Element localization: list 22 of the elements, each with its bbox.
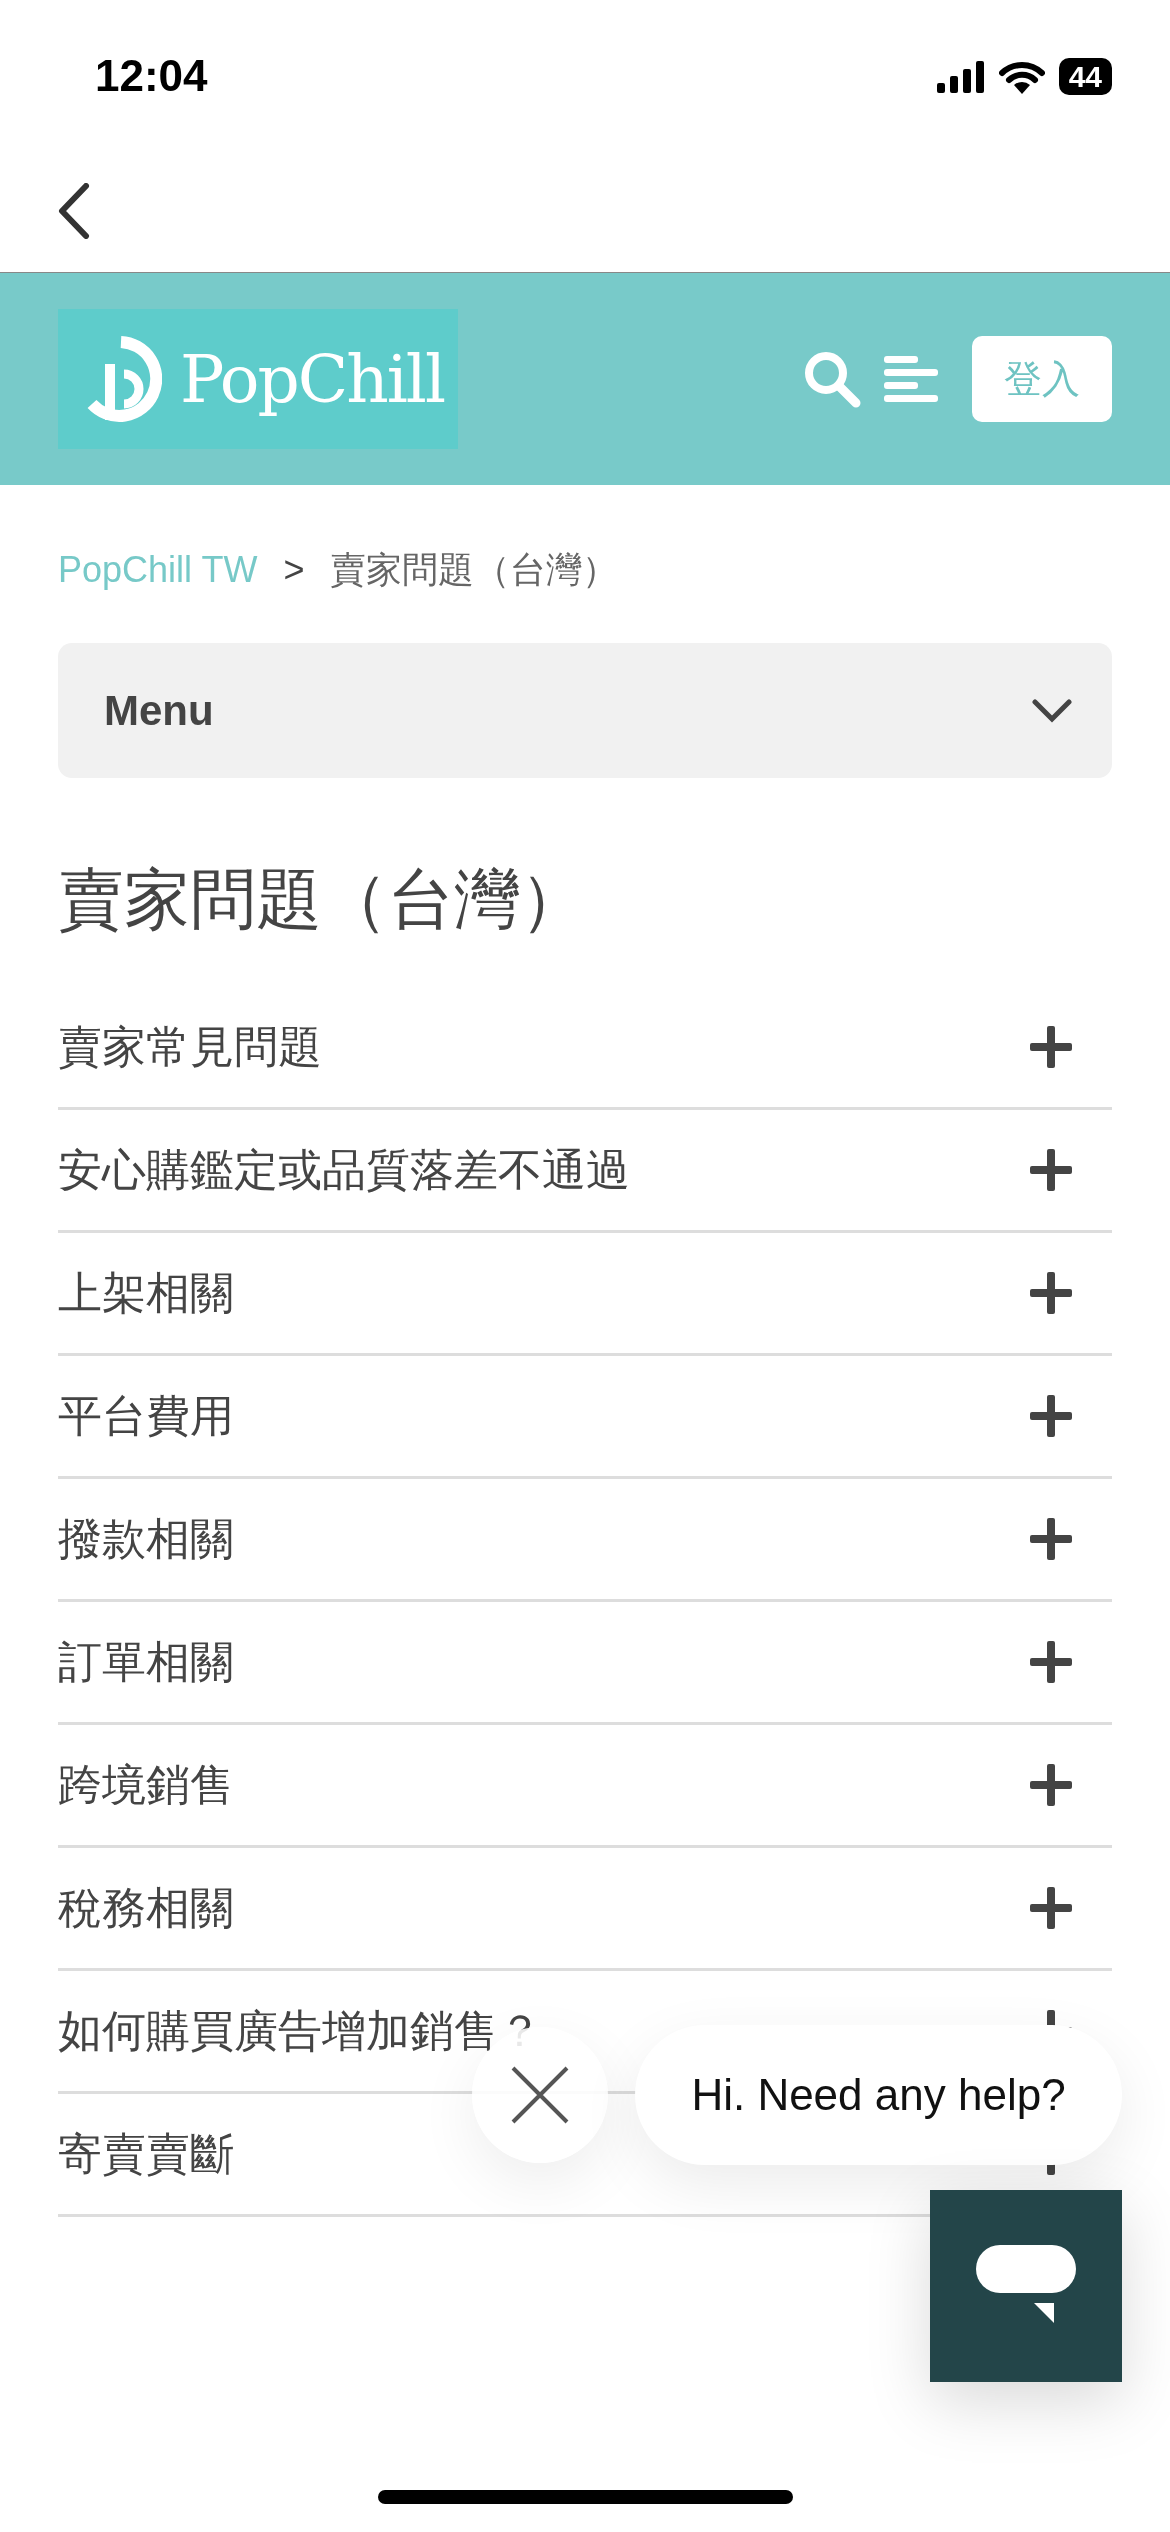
chat-greeting-tooltip: Hi. Need any help? [635,2025,1122,2165]
breadcrumb-separator: > [283,548,305,592]
accordion-title[interactable]: 賣家常見問題 [58,1014,322,1081]
chat-launcher-tooltip[interactable] [930,2190,1122,2382]
menu-dropdown[interactable]: Menu [58,643,1112,778]
accordion-title[interactable]: 稅務相關 [58,1875,234,1942]
close-icon [509,2064,571,2126]
accordion-title[interactable]: 平台費用 [58,1383,234,1450]
accordion-title[interactable]: 上架相關 [58,1260,234,1327]
battery-indicator: 44 [1058,58,1112,95]
signal-icon [936,60,985,93]
wifi-icon [998,59,1045,94]
breadcrumb-current: 賣家問題（台灣） [330,548,619,592]
accordion-title[interactable]: 跨境銷售 [58,1752,234,1819]
logo-text: PopChill [180,339,445,420]
status-time: 12:04 [95,54,208,98]
accordion-title[interactable]: 撥款相關 [58,1506,234,1573]
back-icon[interactable] [58,183,90,239]
accordion-title[interactable]: 安心購鑑定或品質落差不通過 [58,1137,630,1204]
accordion-title[interactable]: 訂單相關 [58,1629,234,1696]
accordion-title[interactable]: 寄賣賣斷 [58,2121,234,2188]
page-title: 賣家問題（台灣） [58,861,587,938]
